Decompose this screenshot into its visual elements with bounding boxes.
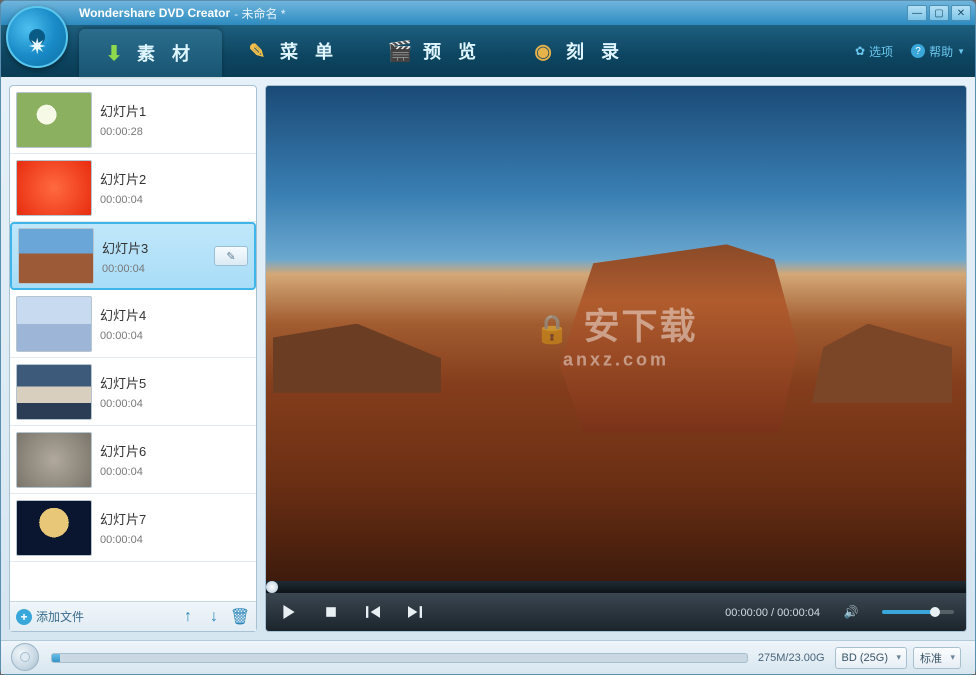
- slide-thumbnail: [16, 296, 92, 352]
- edit-slide-button[interactable]: ✎: [214, 246, 248, 266]
- minimize-button[interactable]: —: [907, 5, 927, 21]
- quality-select[interactable]: 标准: [913, 647, 961, 669]
- arrow-up-icon: ↑: [184, 608, 192, 626]
- tab-label: 刻 录: [566, 38, 625, 64]
- gear-icon: ✿: [855, 44, 865, 58]
- time-display: 00:00:00 / 00:00:04: [725, 606, 820, 619]
- slide-name: 幻灯片4: [100, 305, 250, 324]
- slide-duration: 00:00:04: [100, 398, 250, 410]
- slide-name: 幻灯片7: [100, 509, 250, 528]
- doc-title: - 未命名 *: [234, 5, 285, 22]
- speaker-icon: 🔊: [844, 605, 859, 619]
- tab-menu[interactable]: ✎ 菜 单: [222, 25, 365, 77]
- slide-duration: 00:00:04: [100, 534, 250, 546]
- next-button[interactable]: [404, 601, 426, 623]
- slide-name: 幻灯片6: [100, 441, 250, 460]
- seek-bar[interactable]: [266, 581, 966, 593]
- disc-type-value: BD (25G): [842, 652, 888, 664]
- help-label: 帮助: [929, 43, 953, 60]
- slide-thumbnail: [16, 500, 92, 556]
- slide-thumbnail: [16, 432, 92, 488]
- disc-icon: [11, 643, 39, 671]
- maximize-button[interactable]: ▢: [929, 5, 949, 21]
- slide-name: 幻灯片3: [102, 238, 206, 257]
- pencil-icon: ✎: [248, 39, 272, 63]
- add-file-button[interactable]: + 添加文件: [16, 608, 84, 625]
- slide-item[interactable]: 幻灯片2 00:00:04: [10, 154, 256, 222]
- move-up-button[interactable]: ↑: [178, 607, 198, 627]
- options-button[interactable]: ✿ 选项: [855, 43, 893, 60]
- disc-type-select[interactable]: BD (25G): [835, 647, 907, 669]
- quality-value: 标准: [920, 650, 942, 666]
- preview-panel: 🔒 安下载 anxz.com 00:00:00 / 00:00:04 🔊: [265, 85, 967, 632]
- slide-item[interactable]: 幻灯片1 00:00:28: [10, 86, 256, 154]
- play-button[interactable]: [278, 601, 300, 623]
- slide-name: 幻灯片5: [100, 373, 250, 392]
- move-down-button[interactable]: ↓: [204, 607, 224, 627]
- slide-list-footer: + 添加文件 ↑ ↓ 🗑: [10, 601, 256, 631]
- add-file-label: 添加文件: [36, 608, 84, 625]
- disc-icon: ◉: [534, 39, 558, 63]
- lock-icon: 🔒: [535, 313, 572, 344]
- stop-button[interactable]: [320, 601, 342, 623]
- watermark: 🔒 安下载 anxz.com: [535, 297, 698, 370]
- slide-list-panel: 幻灯片100:00:28幻灯片200:00:04幻灯片300:00:04✎幻灯片…: [9, 85, 257, 632]
- clapboard-icon: 🎬: [391, 39, 415, 63]
- slide-duration: 00:00:04: [102, 263, 206, 275]
- tab-material[interactable]: ⬇ 素 材: [79, 29, 222, 77]
- slide-item[interactable]: 幻灯片4 00:00:04: [10, 290, 256, 358]
- tab-label: 预 览: [423, 38, 482, 64]
- tab-label: 菜 单: [280, 38, 339, 64]
- slide-item[interactable]: 幻灯片5 00:00:04: [10, 358, 256, 426]
- app-logo: ✷: [6, 6, 68, 68]
- slide-thumbnail: [16, 160, 92, 216]
- slide-duration: 00:00:04: [100, 466, 250, 478]
- preview-image: 🔒 安下载 anxz.com: [266, 86, 966, 581]
- slide-name: 幻灯片2: [100, 169, 250, 188]
- slide-item[interactable]: 幻灯片7 00:00:04: [10, 494, 256, 562]
- tab-preview[interactable]: 🎬 预 览: [365, 25, 508, 77]
- slide-list[interactable]: 幻灯片100:00:28幻灯片200:00:04幻灯片300:00:04✎幻灯片…: [10, 86, 256, 601]
- slide-name: 幻灯片1: [100, 101, 250, 120]
- capacity-fill: [52, 654, 60, 662]
- capacity-text: 275M/23.00G: [758, 652, 825, 664]
- status-bar: 275M/23.00G BD (25G) 标准: [1, 640, 975, 674]
- close-button[interactable]: ✕: [951, 5, 971, 21]
- volume-slider[interactable]: [882, 610, 954, 614]
- slide-item[interactable]: 幻灯片6 00:00:04: [10, 426, 256, 494]
- download-icon: ⬇: [105, 41, 129, 65]
- slide-duration: 00:00:04: [100, 194, 250, 206]
- trash-icon: 🗑: [230, 607, 250, 627]
- plus-icon: +: [16, 609, 32, 625]
- player-controls: 00:00:00 / 00:00:04 🔊: [266, 593, 966, 631]
- seek-handle[interactable]: [266, 581, 278, 593]
- main-tabs: ⬇ 素 材 ✎ 菜 单 🎬 预 览 ◉ 刻 录 ✿ 选项 ? 帮助 ▼: [1, 25, 975, 77]
- slide-duration: 00:00:28: [100, 126, 250, 138]
- app-title: Wondershare DVD Creator: [79, 6, 230, 20]
- help-button[interactable]: ? 帮助 ▼: [911, 43, 965, 60]
- slide-thumbnail: [16, 92, 92, 148]
- prev-button[interactable]: [362, 601, 384, 623]
- gear-icon: ✷: [28, 34, 46, 60]
- volume-button[interactable]: 🔊: [840, 601, 862, 623]
- slide-duration: 00:00:04: [100, 330, 250, 342]
- tab-burn[interactable]: ◉ 刻 录: [508, 25, 651, 77]
- slide-thumbnail: [18, 228, 94, 284]
- slide-item[interactable]: 幻灯片3 00:00:04 ✎: [10, 222, 256, 290]
- delete-button[interactable]: 🗑: [230, 607, 250, 627]
- capacity-bar: [51, 653, 748, 663]
- tab-label: 素 材: [137, 40, 196, 66]
- arrow-down-icon: ↓: [210, 608, 218, 626]
- chevron-down-icon: ▼: [957, 47, 965, 56]
- titlebar: Wondershare DVD Creator - 未命名 * — ▢ ✕: [1, 1, 975, 25]
- slide-thumbnail: [16, 364, 92, 420]
- help-icon: ?: [911, 44, 925, 58]
- options-label: 选项: [869, 43, 893, 60]
